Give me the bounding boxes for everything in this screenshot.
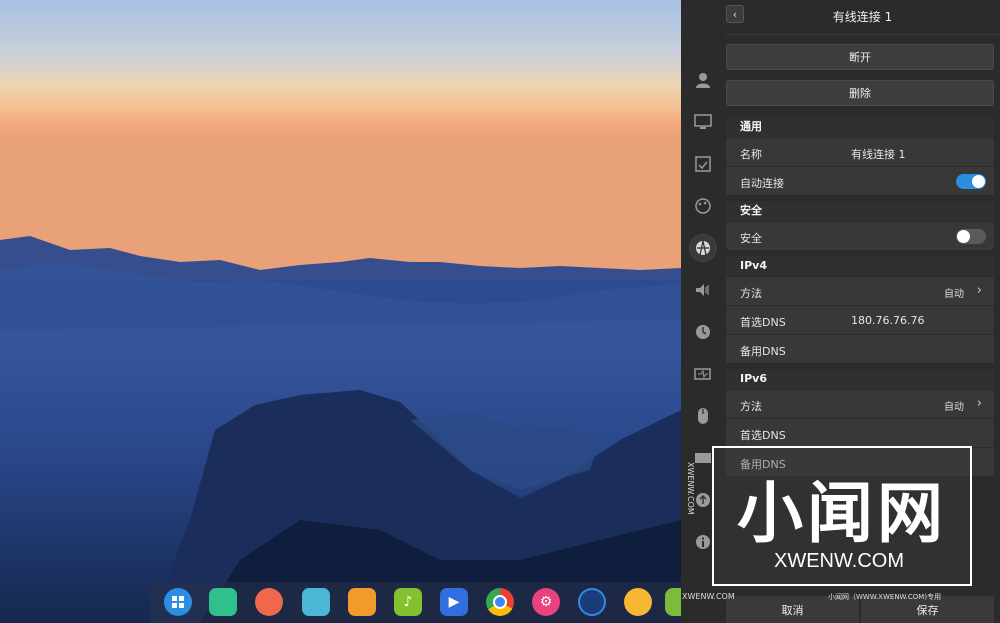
watermark-side-text: XWENW.COM (686, 462, 695, 515)
display-icon[interactable] (689, 108, 717, 136)
method-value: 自动 (944, 402, 964, 413)
power-icon[interactable] (689, 360, 717, 388)
ipv4-secondary-dns-row: 备用DNS (726, 334, 994, 363)
palette-icon[interactable] (689, 192, 717, 220)
header-divider (725, 34, 1000, 35)
app-store-icon[interactable] (348, 588, 376, 616)
section-header: 安全 (726, 201, 994, 221)
security-label: 安全 (740, 232, 762, 245)
network-icon[interactable] (689, 234, 717, 262)
ipv4-section: IPv4 方法 自动 › 首选DNS 180.76.76.76 备用DNS (726, 256, 994, 363)
page-title: 有线连接 1 (832, 10, 893, 24)
file-manager-icon[interactable] (209, 588, 237, 616)
presentation-icon[interactable] (255, 588, 283, 616)
watermark-title: 小闻网 (737, 475, 947, 552)
name-field[interactable]: 有线连接 1 (851, 146, 906, 162)
ipv6-primary-dns-row: 首选DNS (726, 418, 994, 447)
watermark-bottom-right: 小闻网（WWW.XWENW.COM)专用 (828, 593, 942, 601)
music-icon[interactable]: ♪ (394, 588, 422, 616)
ipv6-method-row[interactable]: 方法 自动 › (726, 389, 994, 418)
security-row: 安全 (726, 221, 994, 250)
method-label: 方法 (740, 287, 762, 300)
disconnect-button[interactable]: 断开 (726, 44, 994, 70)
delete-button[interactable]: 删除 (726, 80, 994, 106)
primary-dns-label: 首选DNS (740, 316, 786, 329)
method-value: 自动 (944, 289, 964, 300)
name-label: 名称 (740, 148, 762, 161)
video-icon[interactable]: ▶ (440, 588, 468, 616)
taskbar-dock: ♪ ▶ ⚙ (150, 582, 681, 623)
primary-dns-input[interactable]: 180.76.76.76 (851, 314, 924, 327)
desktop-wallpaper (0, 0, 681, 623)
ipv4-primary-dns-row: 首选DNS 180.76.76.76 (726, 305, 994, 334)
mouse-icon[interactable] (689, 402, 717, 430)
clock-icon[interactable] (689, 318, 717, 346)
section-header: IPv4 (726, 256, 994, 276)
settings-icon[interactable]: ⚙ (532, 588, 560, 616)
method-label: 方法 (740, 400, 762, 413)
auto-connect-label: 自动连接 (740, 177, 784, 190)
secondary-dns-label: 备用DNS (740, 345, 786, 358)
more-icon[interactable] (665, 588, 681, 616)
chrome-icon[interactable] (486, 588, 514, 616)
screen-recorder-icon[interactable] (578, 588, 606, 616)
auto-connect-row: 自动连接 (726, 166, 994, 195)
chevron-right-icon: › (976, 396, 982, 411)
security-toggle[interactable] (956, 229, 986, 244)
general-section: 通用 名称 有线连接 1 自动连接 (726, 117, 994, 195)
watermark-bottom-left: XWENW.COM (682, 592, 735, 601)
watermark-logo: 小闻网 XWENW.COM (712, 446, 972, 586)
watermark-domain: XWENW.COM (774, 550, 904, 572)
section-header: 通用 (726, 117, 994, 137)
security-section: 安全 安全 (726, 201, 994, 250)
user-icon[interactable] (689, 66, 717, 94)
launcher-icon[interactable] (164, 588, 192, 616)
name-row[interactable]: 名称 有线连接 1 (726, 137, 994, 166)
sound-icon[interactable] (689, 276, 717, 304)
archive-icon[interactable] (302, 588, 330, 616)
panel-header: ‹ 有线连接 1 (725, 0, 1000, 35)
calendar-icon[interactable] (689, 150, 717, 178)
auto-connect-toggle[interactable] (956, 174, 986, 189)
chevron-right-icon: › (976, 283, 982, 298)
photos-icon[interactable] (624, 588, 652, 616)
section-header: IPv6 (726, 369, 994, 389)
primary-dns-label: 首选DNS (740, 429, 786, 442)
ipv4-method-row[interactable]: 方法 自动 › (726, 276, 994, 305)
